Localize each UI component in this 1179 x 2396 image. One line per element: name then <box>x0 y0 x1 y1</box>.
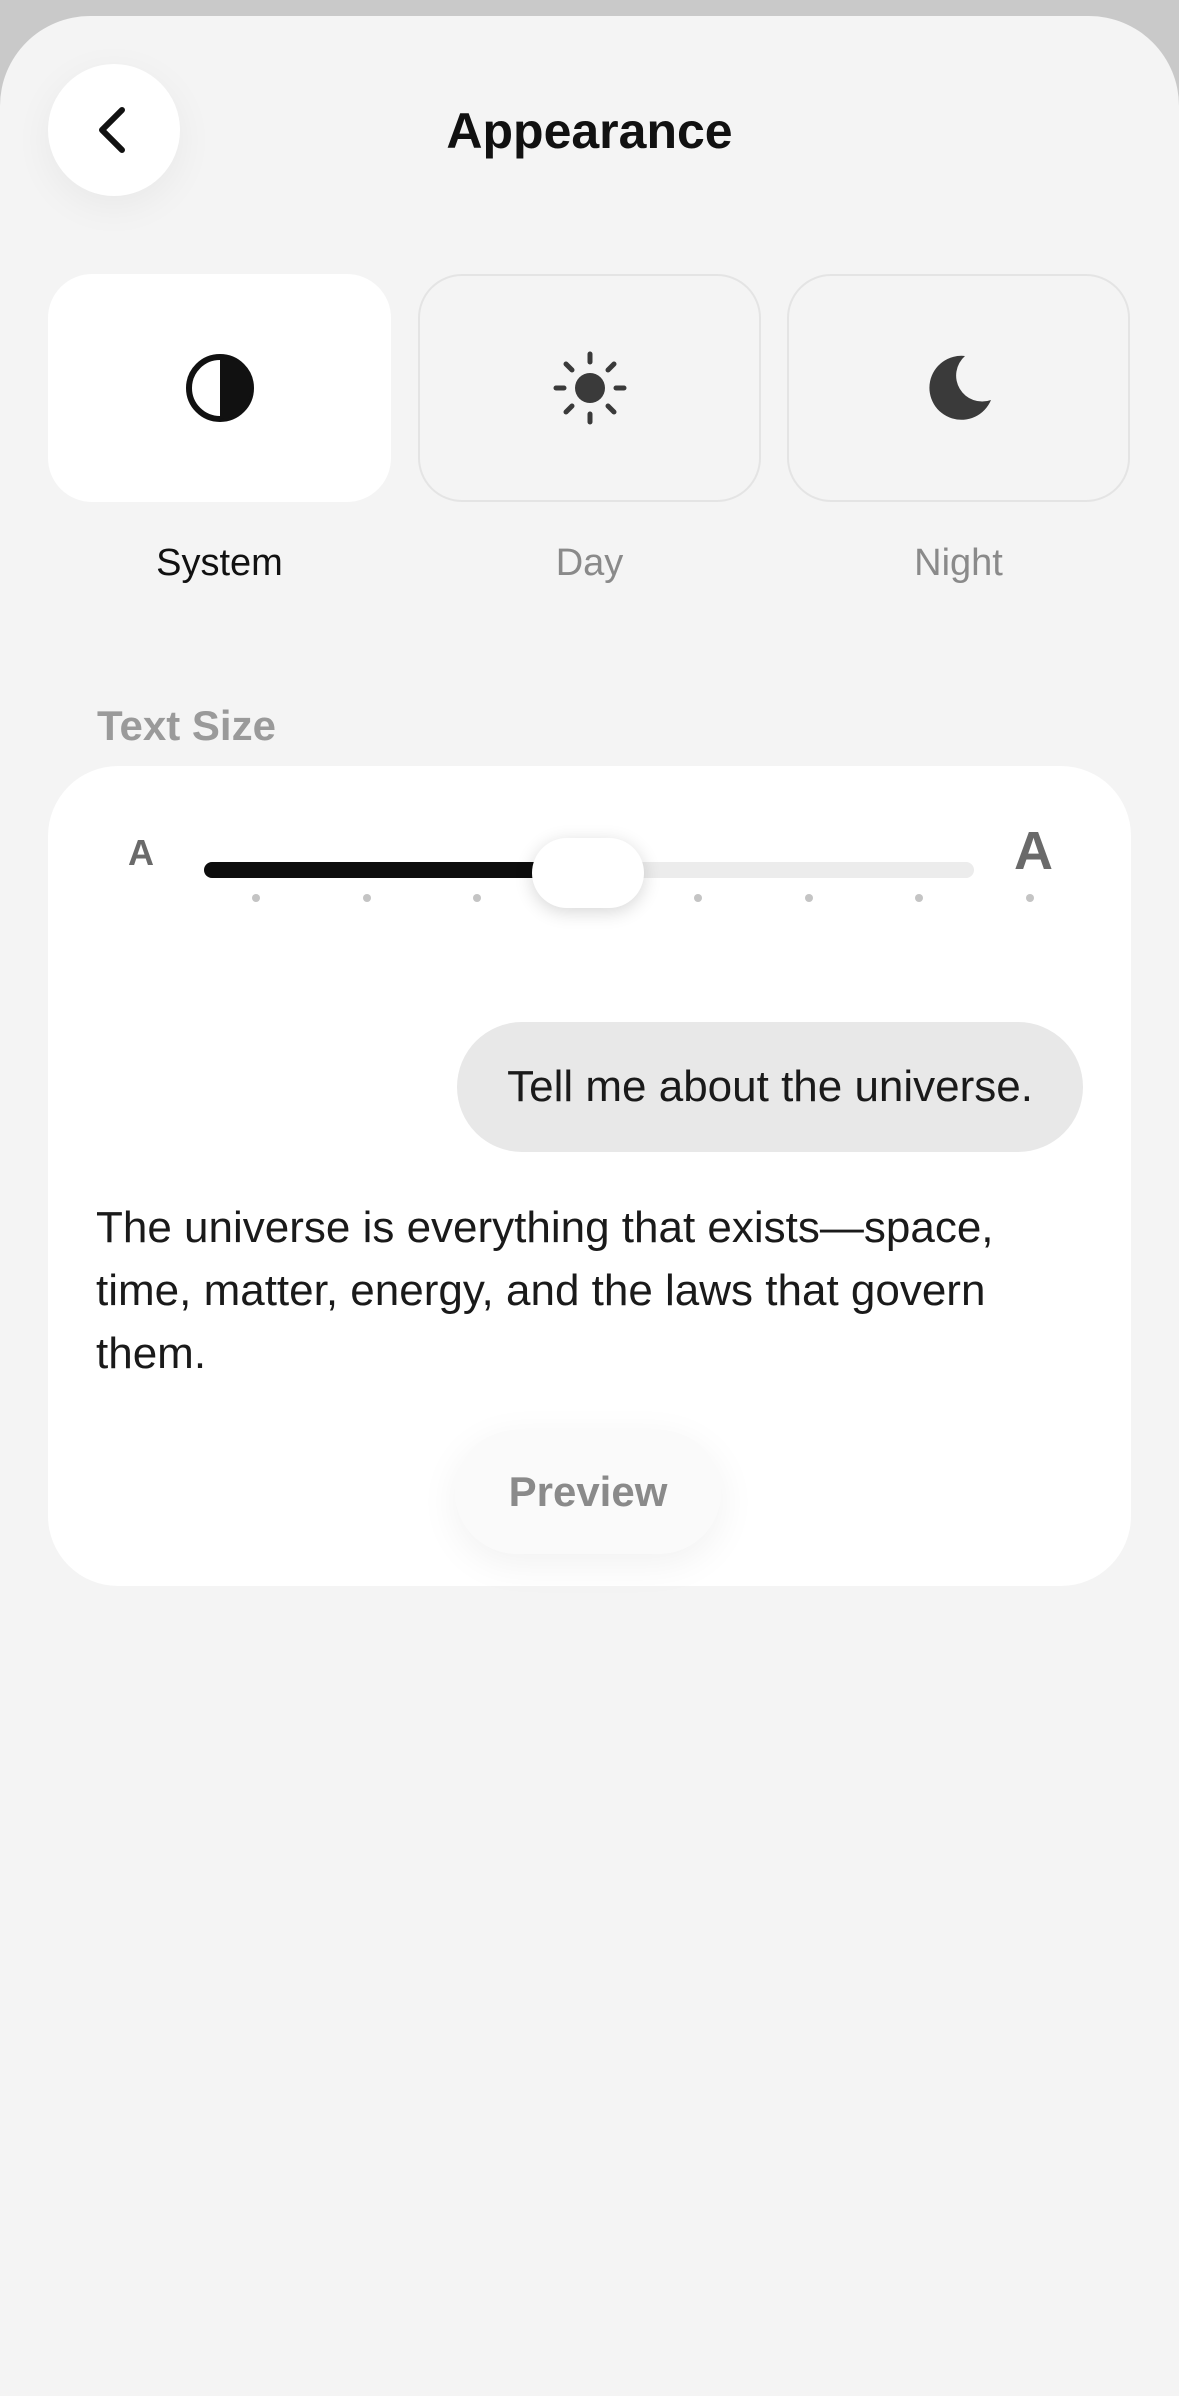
theme-option-system[interactable] <box>48 274 391 502</box>
slider-tick <box>1025 894 1034 902</box>
page-title: Appearance <box>446 103 733 159</box>
sun-icon <box>553 351 626 425</box>
slider-tick <box>473 894 481 902</box>
slider-fill <box>204 862 588 878</box>
user-message-bubble: Tell me about the universe. <box>457 1022 1083 1152</box>
theme-label-night: Night <box>914 542 1003 584</box>
slider-tick <box>694 894 702 902</box>
moon-icon <box>928 355 991 420</box>
text-size-card: A A Tell me about the universe. The univ… <box>48 766 1131 1586</box>
slider-tick <box>362 894 371 902</box>
slider-tick <box>804 894 813 902</box>
theme-label-system: System <box>156 542 283 584</box>
slider-thumb[interactable] <box>531 838 644 908</box>
half-circle-icon <box>185 354 254 422</box>
text-size-label: Text Size <box>97 702 276 749</box>
theme-option-day[interactable] <box>418 274 761 502</box>
theme-label-day: Day <box>555 542 624 584</box>
slider-tick <box>252 894 260 902</box>
large-text-indicator: A <box>1014 821 1053 881</box>
assistant-message: The universe is everything that exists—s… <box>96 1203 994 1378</box>
small-text-indicator: A <box>128 832 154 873</box>
slider-tick <box>915 894 923 902</box>
preview-button[interactable]: Preview <box>455 1430 721 1554</box>
theme-option-night[interactable] <box>787 274 1130 502</box>
appearance-sheet: Appearance System Day Night Text Size A … <box>0 16 1179 2396</box>
